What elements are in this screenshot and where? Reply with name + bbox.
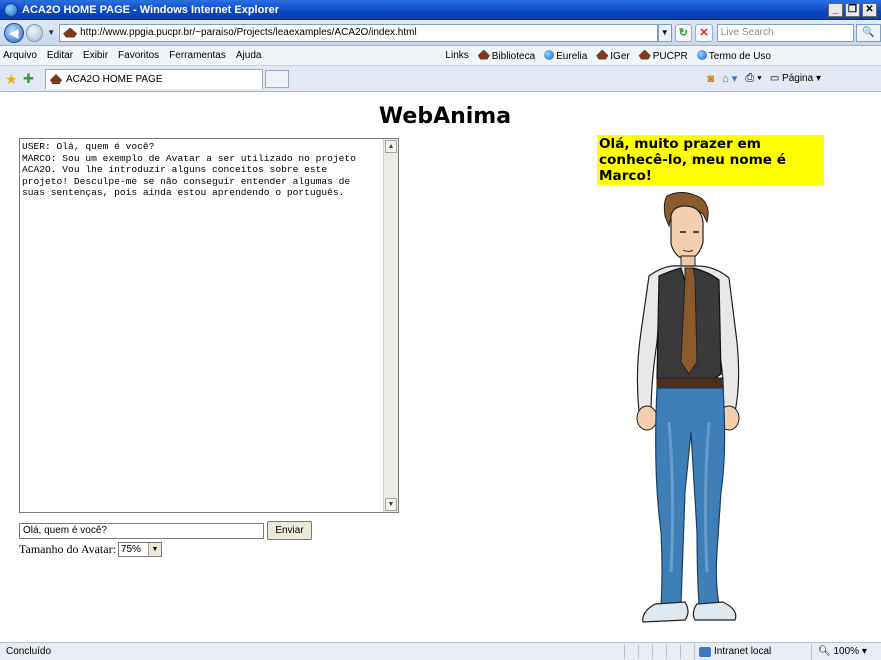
page-icon: ▭ xyxy=(769,73,780,84)
house-icon xyxy=(638,49,651,60)
link-label: Termo de Uso xyxy=(708,50,771,62)
links-label: Links xyxy=(445,50,469,61)
link-label: IGer xyxy=(610,50,630,62)
avatar-size-select[interactable]: 75% ▼ xyxy=(117,542,162,557)
ie-icon xyxy=(696,49,707,60)
page-title: WebAnima xyxy=(378,104,512,129)
zoom-control[interactable]: 🔍︎ 100% ▾ xyxy=(811,643,881,660)
link-label: PUCPR xyxy=(652,50,688,62)
status-text: Concluído xyxy=(6,646,52,657)
window-title: ACA2O HOME PAGE - Windows Internet Explo… xyxy=(22,3,280,16)
link-label: Eurelia xyxy=(556,50,588,62)
site-favicon-icon xyxy=(50,74,62,84)
url-dropdown-icon[interactable]: ▼ xyxy=(657,23,672,42)
tab-aca2o-home[interactable]: ACA2O HOME PAGE xyxy=(45,68,263,89)
menu-arquivo[interactable]: Arquivo xyxy=(3,50,37,61)
add-favorite-icon[interactable]: ✚ xyxy=(23,71,37,86)
menu-ajuda[interactable]: Ajuda xyxy=(236,50,262,61)
ie-icon xyxy=(544,49,555,60)
send-button[interactable]: Enviar xyxy=(267,521,312,540)
tab-label: ACA2O HOME PAGE xyxy=(66,73,163,85)
avatar-marco-illustration xyxy=(636,192,740,623)
menu-favoritos[interactable]: Favoritos xyxy=(118,50,159,61)
maximize-button[interactable]: ❐ xyxy=(845,2,860,17)
house-icon xyxy=(477,49,490,60)
status-segment xyxy=(680,644,694,659)
link-termo-de-uso[interactable]: Termo de Uso xyxy=(696,49,771,62)
rss-icon[interactable]: ◙ xyxy=(707,73,714,85)
site-favicon-icon xyxy=(63,27,78,38)
intranet-zone-icon xyxy=(699,646,711,657)
new-tab-button[interactable] xyxy=(265,69,289,88)
avatar-size-row: Tamanho do Avatar: 75% ▼ xyxy=(19,542,162,557)
close-button[interactable]: ✕ xyxy=(862,2,877,17)
tab-bar: ★ ✚ ACA2O HOME PAGE ◙ ⌂ ▾ ⎙ ▾ ▭ Página ▾ xyxy=(0,66,881,92)
link-eurelia[interactable]: Eurelia xyxy=(544,49,588,62)
link-label: Biblioteca xyxy=(491,50,536,62)
menu-ferramentas[interactable]: Ferramentas xyxy=(169,50,226,61)
window-title-bar: ACA2O HOME PAGE - Windows Internet Explo… xyxy=(0,0,881,20)
favorites-star-icon[interactable]: ★ xyxy=(5,72,19,86)
page-menu-label: Página xyxy=(782,73,814,84)
stop-button[interactable]: ✕ xyxy=(695,23,713,42)
chat-log-text: USER: Olá, quem é você? MARCO: Sou um ex… xyxy=(22,141,356,199)
refresh-button[interactable]: ↻ xyxy=(674,23,693,42)
minimize-button[interactable]: _ xyxy=(828,2,843,17)
history-dropdown-icon[interactable]: ▼ xyxy=(47,28,55,37)
chat-log-textarea[interactable]: USER: Olá, quem é você? MARCO: Sou um ex… xyxy=(19,138,399,513)
avatar-size-label: Tamanho do Avatar: xyxy=(19,542,116,556)
house-icon xyxy=(596,49,609,60)
link-pucpr[interactable]: PUCPR xyxy=(638,49,688,62)
chat-input[interactable]: Olá, quem é você? xyxy=(19,523,264,539)
security-zone[interactable]: Intranet local xyxy=(694,643,811,660)
page-content: WebAnima USER: Olá, quem é você? MARCO: … xyxy=(0,92,881,642)
status-segment xyxy=(666,644,680,659)
home-icon[interactable]: ⌂ ▾ xyxy=(722,72,737,85)
address-bar: ◀ ▼ http://www.ppgia.pucpr.br/~paraiso/P… xyxy=(0,20,881,46)
link-iger[interactable]: IGer xyxy=(596,49,630,62)
forward-button[interactable] xyxy=(25,23,44,42)
ie-logo-icon xyxy=(4,2,18,17)
speech-bubble: Olá, muito prazer em conhecê-lo, meu nom… xyxy=(597,135,824,185)
back-button[interactable]: ◀ xyxy=(4,22,24,43)
status-segment xyxy=(652,644,666,659)
zoom-value: 100% xyxy=(833,646,860,657)
chat-scrollbar[interactable]: ▲ ▼ xyxy=(383,139,398,512)
status-segment xyxy=(638,644,652,659)
search-input[interactable]: Live Search xyxy=(716,23,854,42)
status-bar: Concluído Intranet local 🔍︎ 100% ▾ xyxy=(0,642,881,660)
chevron-down-icon[interactable]: ▼ xyxy=(147,543,161,556)
print-icon[interactable]: ⎙ ▾ xyxy=(745,72,761,85)
page-menu[interactable]: ▭ Página ▾ xyxy=(770,73,821,84)
zone-label: Intranet local xyxy=(714,646,772,657)
url-field[interactable]: http://www.ppgia.pucpr.br/~paraiso/Proje… xyxy=(59,23,658,42)
scroll-up-icon[interactable]: ▲ xyxy=(385,140,397,153)
status-segment xyxy=(624,644,638,659)
scroll-down-icon[interactable]: ▼ xyxy=(385,498,397,511)
url-text: http://www.ppgia.pucpr.br/~paraiso/Proje… xyxy=(80,27,417,38)
link-biblioteca[interactable]: Biblioteca xyxy=(477,49,536,62)
menu-editar[interactable]: Editar xyxy=(47,50,73,61)
zoom-icon: 🔍︎ xyxy=(818,646,831,657)
search-icon[interactable]: 🔍 xyxy=(855,23,881,42)
menu-bar: Arquivo Editar Exibir Favoritos Ferramen… xyxy=(0,46,881,66)
avatar-size-value: 75% xyxy=(120,544,141,555)
menu-exibir[interactable]: Exibir xyxy=(83,50,108,61)
